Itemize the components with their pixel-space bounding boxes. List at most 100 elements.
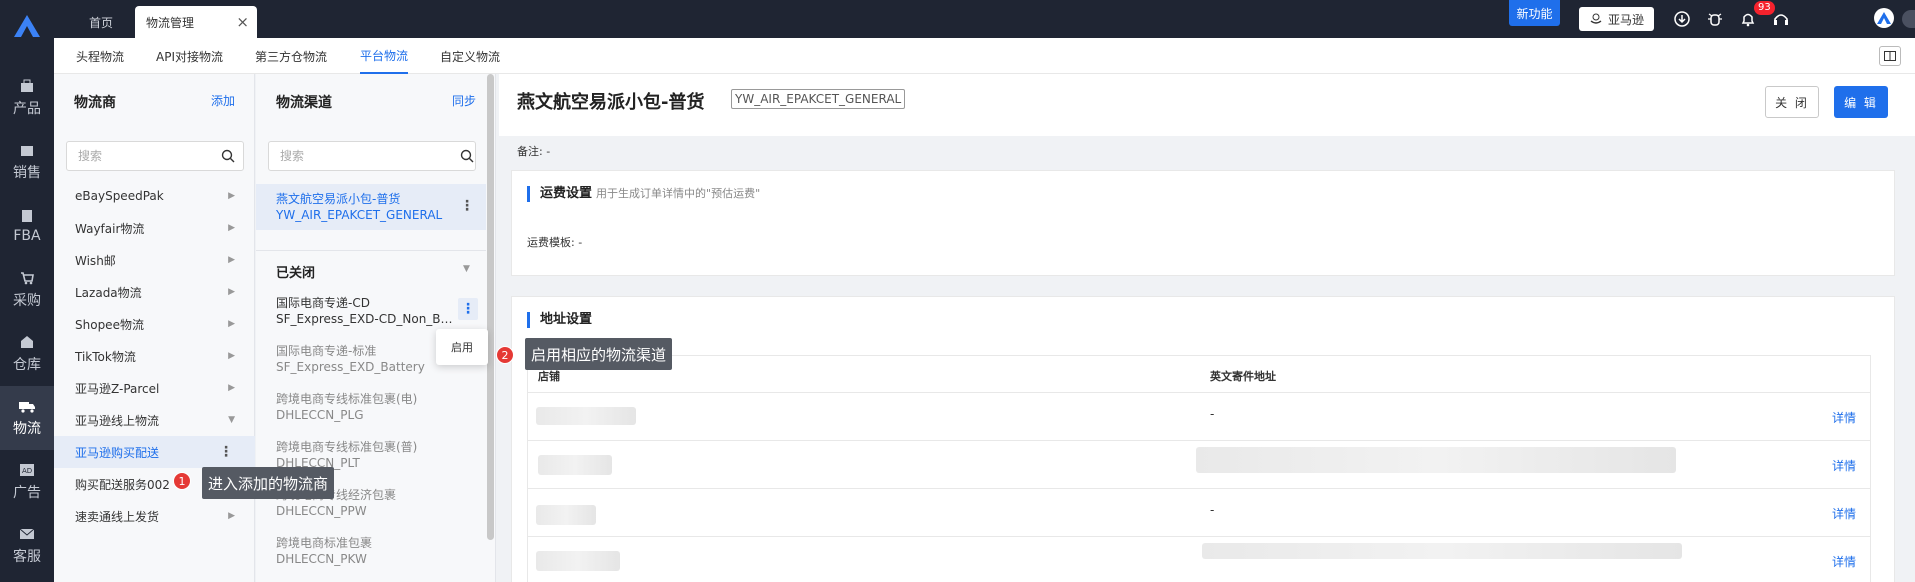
headset-icon[interactable]: [1771, 9, 1791, 29]
rail-item-warehouse[interactable]: 仓库: [0, 322, 54, 386]
ad-icon: AD: [19, 462, 35, 478]
detail-link[interactable]: 详情: [1832, 409, 1856, 426]
channel-item[interactable]: 跨境电商标准包裹 DHLECCN_PKW: [256, 528, 486, 574]
tab-api[interactable]: API对接物流: [156, 38, 223, 74]
rail-item-sales[interactable]: 销售: [0, 130, 54, 194]
edit-button[interactable]: 编 辑: [1834, 86, 1888, 118]
rail-label: 客服: [13, 549, 41, 565]
amazon-label: 亚马逊: [1607, 12, 1644, 27]
channel-code: DHLECCN_PLG: [276, 408, 364, 422]
bug-icon[interactable]: [1705, 9, 1725, 29]
tab-third-party[interactable]: 第三方仓物流: [255, 38, 327, 74]
carrier-item[interactable]: 亚马逊线上物流 ▼: [54, 404, 255, 436]
page-title: 燕文航空易派小包-普货: [517, 92, 705, 113]
close-icon[interactable]: ×: [236, 13, 249, 31]
address-value: -: [1210, 407, 1215, 421]
carrier-label: 购买配送服务002: [75, 477, 170, 492]
chevron-right-icon: ▶: [228, 511, 235, 521]
rail-label: 仓库: [13, 357, 41, 373]
rail-item-product[interactable]: 产品: [0, 66, 54, 130]
more-vertical-icon[interactable]: ⋮: [219, 444, 233, 460]
rail-item-service[interactable]: 客服: [0, 514, 54, 578]
carrier-item[interactable]: 亚马逊Z-Parcel ▶: [54, 372, 255, 404]
carrier-label: 亚马逊线上物流: [75, 413, 160, 428]
chevron-right-icon: ▶: [228, 319, 235, 329]
search-icon[interactable]: [460, 149, 474, 163]
rail-label: 产品: [13, 101, 41, 117]
rail-label: FBA: [13, 228, 41, 244]
tab-first-leg[interactable]: 头程物流: [76, 38, 124, 74]
carrier-item[interactable]: TikTok物流 ▶: [54, 340, 255, 372]
table-row: 详情: [527, 441, 1871, 489]
more-vertical-icon[interactable]: ⋮: [460, 198, 474, 214]
svg-text:AD: AD: [22, 467, 32, 475]
chevron-down-icon[interactable]: ▼: [463, 264, 470, 274]
chevron-right-icon: ▶: [228, 383, 235, 393]
panel-toggle-icon[interactable]: [1879, 46, 1901, 66]
rail-item-fba[interactable]: FBA: [0, 194, 54, 258]
app-logo[interactable]: [0, 0, 54, 52]
tab-home[interactable]: 首页: [68, 6, 134, 38]
rail-item-logistics[interactable]: 物流: [0, 386, 54, 450]
freight-title: 运费设置 用于生成订单详情中的"预估运费": [527, 186, 760, 202]
channel-item-active[interactable]: 燕文航空易派小包-普货 YW_AIR_EPAKCET_GENERAL ⋮: [256, 184, 486, 230]
store-redacted: [536, 505, 596, 525]
carrier-search-input[interactable]: [66, 141, 244, 171]
more-vertical-icon[interactable]: ⋮: [458, 298, 478, 320]
sync-button[interactable]: 同步: [452, 92, 476, 109]
carrier-item[interactable]: 速卖通线上发货 ▶: [54, 500, 255, 532]
channel-panel: 物流渠道 同步 燕文航空易派小包-普货 YW_AIR_EPAKCET_GENER…: [256, 74, 496, 582]
carrier-panel: 物流商 添加 eBaySpeedPak ▶ Wayfair物流 ▶ Wish邮 ▶ L…: [54, 74, 255, 582]
freight-hint: 用于生成订单详情中的"预估运费": [596, 187, 761, 200]
user-logo-icon: [1877, 12, 1891, 24]
tab-platform[interactable]: 平台物流: [360, 38, 409, 74]
closed-section-header[interactable]: 已关闭: [276, 262, 315, 281]
chevron-right-icon: ▶: [228, 191, 235, 201]
channel-item[interactable]: 跨境电商专线标准包裹(电) DHLECCN_PLG: [256, 384, 486, 430]
channel-search-input[interactable]: [268, 141, 476, 171]
rail-item-ad[interactable]: AD 广告: [0, 450, 54, 514]
left-rail: 产品 销售 FBA 采购 仓库 物流 AD 广告 客服: [0, 0, 54, 582]
detail-link[interactable]: 详情: [1832, 553, 1856, 570]
detail-link[interactable]: 详情: [1832, 457, 1856, 474]
carrier-label: Shopee物流: [75, 317, 144, 332]
add-carrier-button[interactable]: 添加: [211, 92, 235, 109]
carrier-item[interactable]: Shopee物流 ▶: [54, 308, 255, 340]
channel-name: 跨境电商专线标准包裹(普): [276, 440, 418, 454]
detail-panel: 燕文航空易派小包-普货 YW_AIR_EPAKCET_GENERAL 关 闭 编…: [499, 74, 1915, 582]
channel-code: DHLECCN_PPW: [276, 504, 367, 518]
address-redacted: [1196, 447, 1676, 473]
callout-number-1: 1: [173, 472, 191, 490]
download-icon[interactable]: [1672, 9, 1692, 29]
carrier-item[interactable]: Wish邮 ▶: [54, 244, 255, 276]
search-icon[interactable]: [221, 149, 235, 163]
callout-1: 进入添加的物流商: [202, 467, 335, 499]
carrier-item[interactable]: eBaySpeedPak ▶: [54, 180, 255, 212]
close-button[interactable]: 关 闭: [1765, 86, 1819, 118]
tab-custom[interactable]: 自定义物流: [440, 38, 500, 74]
rail-item-purchase[interactable]: 采购: [0, 258, 54, 322]
channel-name: 国际电商专递-CD: [276, 296, 370, 310]
tab-logistics-management[interactable]: 物流管理 ×: [135, 6, 257, 38]
carrier-item[interactable]: Wayfair物流 ▶: [54, 212, 255, 244]
enable-menu-item[interactable]: 启用: [436, 329, 488, 365]
carrier-label: TikTok物流: [75, 349, 136, 364]
carrier-item-selected[interactable]: 亚马逊购买配送 ⋮: [54, 436, 255, 468]
detail-link[interactable]: 详情: [1832, 505, 1856, 522]
username-redacted[interactable]: [1902, 10, 1915, 28]
channel-item[interactable]: 国际电商专递-CD SF_Express_EXD-CD_Non_Battery …: [256, 288, 486, 334]
channel-code: YW_AIR_EPAKCET_GENERAL: [276, 208, 443, 222]
channel-code-tag: YW_AIR_EPAKCET_GENERAL: [731, 89, 906, 109]
sub-nav: 头程物流 API对接物流 第三方仓物流 平台物流 自定义物流: [54, 38, 1915, 74]
avatar[interactable]: [1874, 8, 1894, 28]
scrollbar[interactable]: [487, 74, 494, 540]
freight-settings-card: 运费设置 用于生成订单详情中的"预估运费" 运费模板: -: [511, 170, 1895, 276]
amazon-button[interactable]: 亚马逊: [1579, 7, 1654, 31]
chevron-right-icon: ▶: [228, 223, 235, 233]
channel-name: 跨境电商标准包裹: [276, 536, 373, 550]
new-feature-button[interactable]: 新功能: [1509, 0, 1560, 26]
service-icon: [19, 526, 35, 542]
carrier-label: eBaySpeedPak: [75, 189, 164, 203]
divider: [256, 250, 486, 251]
carrier-item[interactable]: Lazada物流 ▶: [54, 276, 255, 308]
